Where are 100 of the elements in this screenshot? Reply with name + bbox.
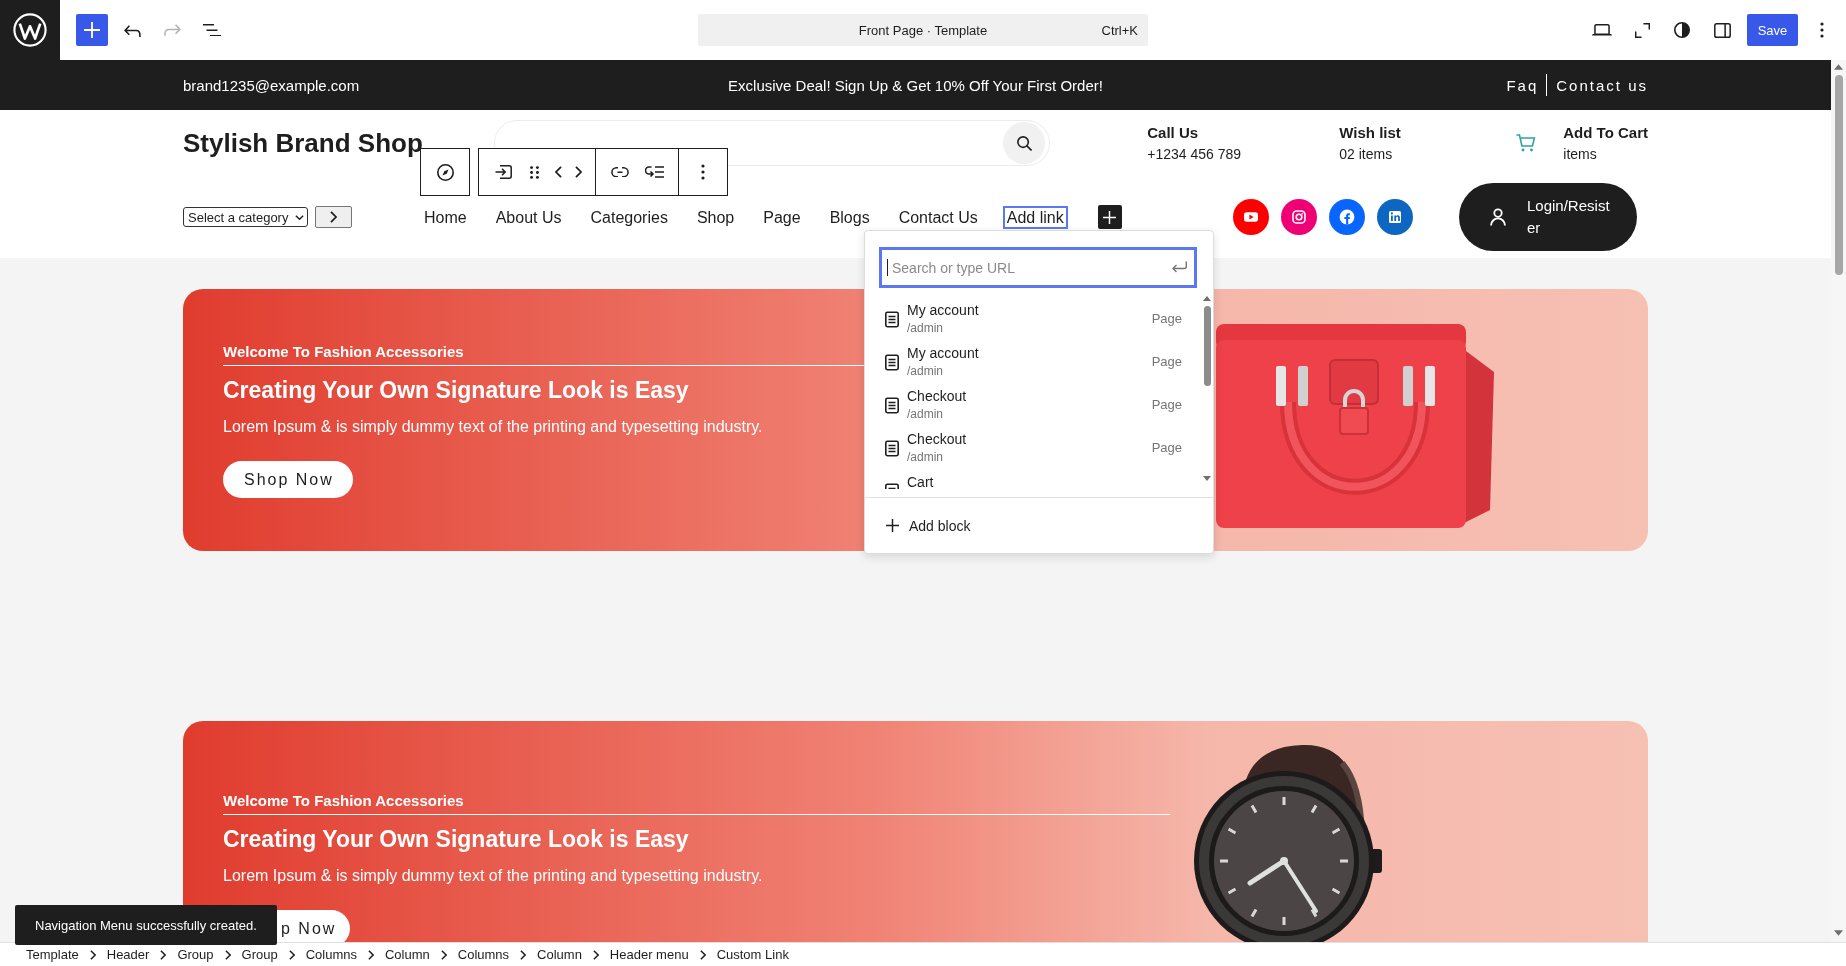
- desktop-icon: [1592, 24, 1612, 36]
- scrollbar-thumb[interactable]: [1203, 306, 1211, 386]
- breadcrumb-link[interactable]: Column: [384, 946, 430, 963]
- info-value: +1234 456 789: [1147, 146, 1243, 162]
- info-label: Call Us: [1147, 124, 1200, 141]
- nav-link[interactable]: Shop: [692, 205, 739, 229]
- breadcrumb-link[interactable]: Column: [537, 946, 582, 963]
- top-link[interactable]: Faq: [1506, 76, 1539, 94]
- login-button[interactable]: Login/Resister: [1459, 183, 1637, 251]
- chevron-right-icon: [592, 949, 599, 960]
- shop-now-button[interactable]: p Now: [277, 910, 351, 942]
- chevron-right-icon: [89, 949, 96, 960]
- chevron-right-icon: [367, 949, 374, 960]
- nav-link[interactable]: Page: [759, 205, 805, 229]
- chevron-down-icon: [295, 214, 304, 220]
- more-options-icon: [1820, 22, 1824, 38]
- breadcrumb-link[interactable]: Header menu: [609, 946, 689, 963]
- plus-icon: [886, 519, 899, 532]
- scrollbar-thumb[interactable]: [1834, 75, 1843, 275]
- add-item-button[interactable]: [1097, 205, 1122, 229]
- video-play-icon[interactable]: [1233, 199, 1269, 235]
- box-arrow-icon: [494, 165, 512, 179]
- info-value: 02 items: [1339, 146, 1394, 162]
- banner-heading: Creating Your Own Signature Look is Easy: [223, 376, 689, 404]
- scrollbar[interactable]: [1831, 60, 1846, 942]
- breadcrumb-link[interactable]: Template: [26, 946, 79, 963]
- email-text: brand1235@example.com: [183, 76, 361, 94]
- link-suggestion[interactable]: Cart: [865, 473, 1202, 489]
- breadcrumb-link[interactable]: Group: [177, 946, 214, 963]
- drag-handle-icon: [529, 165, 539, 179]
- submenu-icon: [644, 166, 664, 178]
- info-label: Wish list: [1339, 124, 1402, 141]
- nav-link[interactable]: Categories: [586, 205, 672, 229]
- nav-link[interactable]: Blogs: [825, 205, 874, 229]
- banner-text: Lorem Ipsum & is simply dummy text of the printing and typesetting industry.: [223, 417, 763, 437]
- undo-icon: [123, 23, 141, 37]
- link-suggestion[interactable]: My account /admin Page: [865, 301, 1202, 344]
- breadcrumb-link[interactable]: Group: [241, 946, 278, 963]
- submit-button[interactable]: [315, 206, 352, 228]
- nav-link[interactable]: Contact Us: [894, 205, 982, 229]
- command-palette-button[interactable]: Front Page · Template Ctrl+K: [698, 14, 1148, 46]
- link-suggestion[interactable]: Checkout /admin Page: [865, 387, 1202, 430]
- info-value: items: [1563, 146, 1598, 162]
- user-icon: [1490, 208, 1506, 226]
- arrow-up-icon: [1834, 64, 1843, 70]
- compass-icon: [436, 163, 454, 181]
- site-title[interactable]: Stylish Brand Shop: [183, 127, 423, 159]
- document-icon: [885, 311, 899, 328]
- category-select[interactable]: Select a category: [183, 207, 308, 227]
- nav-link[interactable]: About Us: [491, 205, 566, 229]
- chevron-right-icon: [160, 949, 167, 960]
- redo-icon: [163, 23, 181, 37]
- contrast-icon: [1674, 22, 1690, 38]
- breadcrumb-link[interactable]: Header: [106, 946, 150, 963]
- breadcrumb-link[interactable]: Custom Link: [716, 946, 789, 963]
- search-icon: [1016, 135, 1032, 151]
- info-label: Add To Cart: [1563, 124, 1648, 141]
- chevron-right-icon: [224, 949, 231, 960]
- in-logo-icon[interactable]: [1377, 199, 1413, 235]
- document-icon: [885, 397, 899, 414]
- shop-now-button[interactable]: Shop Now: [223, 461, 353, 498]
- chevron-right-icon: [330, 211, 337, 223]
- arrow-down-icon: [1203, 476, 1211, 481]
- f-logo-icon[interactable]: [1329, 199, 1365, 235]
- banner-heading: Creating Your Own Signature Look is Easy: [223, 825, 689, 853]
- nav-link[interactable]: Add link: [1002, 205, 1068, 229]
- site-logo-icon: [13, 13, 47, 47]
- add-block-button[interactable]: Add block: [865, 498, 1213, 553]
- chevron-right-icon: [699, 949, 706, 960]
- snackbar-notice: Navigation Menu successfully created.: [15, 905, 277, 945]
- chevron-right-icon: [520, 949, 527, 960]
- list-view-icon: [203, 23, 221, 37]
- chevron-right-icon: [288, 949, 295, 960]
- site-icon-button[interactable]: [0, 0, 60, 60]
- top-link[interactable]: Contact us: [1556, 76, 1648, 94]
- chevron-right-icon: [574, 166, 582, 178]
- chevron-right-icon: [440, 949, 447, 960]
- url-search-field[interactable]: Search or type URL: [879, 247, 1197, 288]
- eyebrow-text: Welcome To Fashion Accessories: [223, 791, 464, 811]
- plus-icon: [84, 22, 100, 38]
- sidebar-icon: [1713, 22, 1731, 38]
- save-button[interactable]: Save: [1747, 14, 1798, 46]
- more-options-icon: [701, 164, 705, 180]
- document-icon: [885, 354, 899, 371]
- eyebrow-text: Welcome To Fashion Accessories: [223, 342, 464, 362]
- banner-text: Lorem Ipsum & is simply dummy text of the printing and typesetting industry.: [223, 866, 763, 886]
- breadcrumb-link[interactable]: Columns: [457, 946, 510, 963]
- block-inserter-button[interactable]: [76, 14, 108, 46]
- cart-icon: [1516, 134, 1537, 152]
- breadcrumb-link[interactable]: Columns: [305, 946, 357, 963]
- search-button[interactable]: [1003, 122, 1046, 164]
- link-suggestion[interactable]: My account /admin Page: [865, 344, 1202, 387]
- chevron-left-icon: [554, 166, 562, 178]
- link-suggestion[interactable]: Checkout /admin Page: [865, 430, 1202, 473]
- camera-icon[interactable]: [1281, 199, 1317, 235]
- text-caret: [887, 259, 888, 276]
- plus-icon: [1103, 210, 1117, 224]
- nav-link[interactable]: Home: [420, 205, 471, 229]
- link-icon: [611, 166, 629, 178]
- promo-text: Exclusive Deal! Sign Up & Get 10% Off Your First Order!: [728, 76, 1103, 94]
